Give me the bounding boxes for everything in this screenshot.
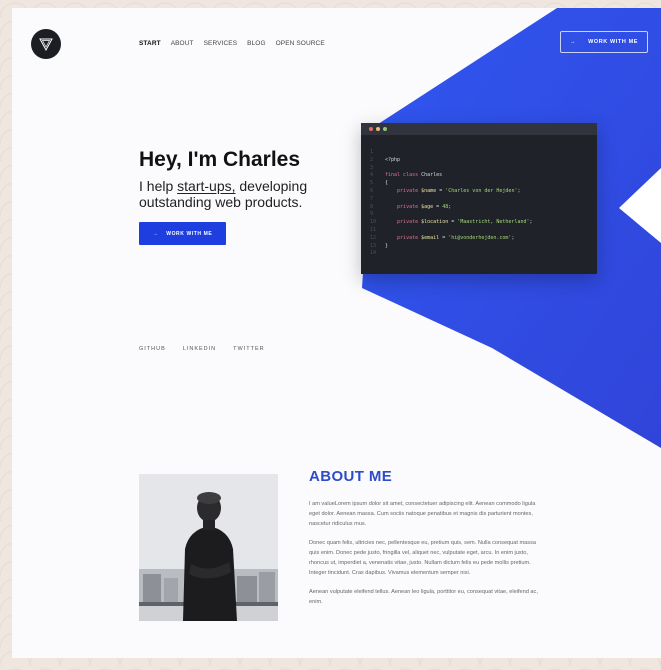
main-nav: START ABOUT SERVICES BLOG OPEN SOURCE <box>139 40 325 47</box>
linkedin-link[interactable]: LINKEDIN <box>183 346 216 352</box>
about-paragraph: Donec quam felis, ultricies nec, pellent… <box>309 540 536 576</box>
start-ups-link[interactable]: start-ups, <box>177 178 235 194</box>
code-token: ; <box>448 203 452 210</box>
github-link[interactable]: GITHUB <box>139 346 166 352</box>
line-number: 8 <box>370 203 374 210</box>
hero-sub-prefix: I help <box>139 178 178 194</box>
code-token: $email <box>421 234 440 241</box>
code-token: private <box>385 234 422 241</box>
code-line: 9 <box>361 211 597 219</box>
code-line: 13} <box>361 243 597 251</box>
line-number: 4 <box>370 172 374 179</box>
profile-photo <box>139 474 278 621</box>
line-number: 12 <box>370 234 377 241</box>
header-work-with-me-button[interactable]: → WORK WITH ME <box>560 31 648 53</box>
line-number: 7 <box>370 195 374 202</box>
code-token: $name <box>421 187 437 194</box>
close-dot-icon <box>369 127 373 131</box>
code-block: 1 2 <?php 3 4 final class Charles 5{6 private … <box>361 135 597 258</box>
code-token: ; <box>511 234 515 241</box>
code-token: 'Maastricht, Netherland' <box>457 219 530 226</box>
code-token: private <box>385 187 422 194</box>
header-cta-label: WORK WITH ME <box>588 39 639 45</box>
line-number: 9 <box>370 211 374 218</box>
line-number: 1 <box>370 149 374 155</box>
arrow-right-icon: → <box>152 230 159 237</box>
nav-item-start[interactable]: START <box>139 40 161 47</box>
line-number: 10 <box>370 219 377 226</box>
code-line: 3 <box>361 165 597 173</box>
social-links: GITHUB LINKEDIN TWITTER <box>139 346 265 352</box>
line-number: 14 <box>370 250 377 257</box>
code-editor: 1 2 <?php 3 4 final class Charles 5{6 private … <box>361 123 597 274</box>
nav-item-open-source[interactable]: OPEN SOURCE <box>276 40 325 47</box>
code-token: 'hi@vonderhejden.com' <box>448 234 512 241</box>
code-line: 11 <box>361 227 597 235</box>
line-number: 3 <box>370 164 374 171</box>
hero-subtitle: I help start-ups, developing outstanding… <box>139 178 339 210</box>
code-token: <?php <box>385 156 401 163</box>
about-title: ABOUT ME <box>309 468 393 485</box>
code-token: { <box>385 180 389 187</box>
code-token: } <box>385 242 389 249</box>
nav-item-about[interactable]: ABOUT <box>171 40 194 47</box>
code-line: 10 private $location = 'Maastricht, Neth… <box>361 219 597 227</box>
code-token: $location <box>421 219 449 226</box>
line-number: 2 <box>370 156 374 163</box>
code-token: final class <box>385 172 422 179</box>
hero-greeting: Hey, <box>139 148 182 171</box>
arrow-right-icon: → <box>569 39 577 45</box>
about-text: I am valueLorem ipsum dolor sit amet, co… <box>309 499 545 616</box>
code-line: 8 private $age = 48; <box>361 204 597 212</box>
nav-item-blog[interactable]: BLOG <box>247 40 265 47</box>
code-line: 2 <?php <box>361 157 597 165</box>
logo-icon[interactable] <box>31 29 61 59</box>
hero-button-label: WORK WITH ME <box>166 230 213 237</box>
code-line: 14 <box>361 250 597 258</box>
code-token: Charles <box>421 172 443 179</box>
code-line: 7 <box>361 196 597 204</box>
maximize-dot-icon <box>383 127 387 131</box>
landing-page: START ABOUT SERVICES BLOG OPEN SOURCE → … <box>12 8 661 658</box>
code-line: 5{ <box>361 180 597 188</box>
code-token: ; <box>529 219 533 226</box>
line-number: 13 <box>370 242 377 249</box>
code-token: 'Charles von der Hejden' <box>445 187 518 194</box>
about-paragraph: Aenean vulputate eleifend tellus. Aenean… <box>309 589 538 605</box>
hero-name: I'm Charles <box>187 148 301 171</box>
hero-work-with-me-button[interactable]: → WORK WITH ME <box>139 222 226 245</box>
code-token: ; <box>517 187 521 194</box>
code-line: 4 final class Charles <box>361 172 597 180</box>
about-paragraph: I am valueLorem ipsum dolor sit amet, co… <box>309 501 536 527</box>
editor-titlebar <box>361 123 597 135</box>
code-line: 12 private $email = 'hi@vonderhejden.com… <box>361 235 597 243</box>
code-token: private <box>385 203 422 210</box>
line-number: 11 <box>370 226 377 233</box>
line-number: 6 <box>370 187 374 194</box>
code-token: = <box>433 203 443 210</box>
code-token: $age <box>421 203 434 210</box>
code-line: 1 <box>361 149 597 157</box>
twitter-link[interactable]: TWITTER <box>233 346 264 352</box>
code-token: = <box>439 234 449 241</box>
nav-item-services[interactable]: SERVICES <box>204 40 238 47</box>
minimize-dot-icon <box>376 127 380 131</box>
line-number: 5 <box>370 180 374 187</box>
code-line: 6 private $name = 'Charles von der Hejde… <box>361 188 597 196</box>
code-token: private <box>385 219 422 226</box>
code-token: = <box>436 187 446 194</box>
hero-title: Hey, I'm Charles <box>139 148 300 172</box>
code-token: = <box>448 219 458 226</box>
